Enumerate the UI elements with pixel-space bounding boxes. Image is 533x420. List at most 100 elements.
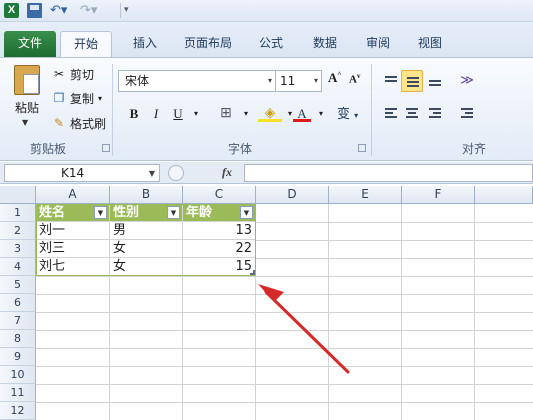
copy-label: 复制 [70, 91, 95, 106]
row-header[interactable]: 8 [0, 330, 36, 348]
column-header[interactable]: A [36, 186, 110, 204]
table-cell[interactable]: 女 [110, 258, 183, 276]
table-cell[interactable]: 22 [183, 240, 256, 258]
bold-button[interactable]: B [124, 103, 144, 125]
tab-data[interactable]: 数据 [310, 31, 340, 57]
paste-button[interactable]: 粘贴 [15, 99, 39, 116]
align-middle-button[interactable] [401, 70, 423, 92]
group-separator [371, 64, 372, 156]
font-name-select[interactable]: 宋体 ▾ [118, 70, 276, 92]
table-cell[interactable]: 刘七 [36, 258, 110, 276]
clipboard-launcher-icon[interactable] [102, 144, 110, 152]
qat-separator [120, 3, 121, 18]
excel-logo-icon[interactable]: X [4, 3, 19, 18]
filter-dropdown-icon[interactable]: ▼ [94, 206, 107, 219]
font-color-dropdown-icon[interactable]: ▾ [311, 103, 331, 125]
tab-home[interactable]: 开始 [60, 31, 112, 57]
phonetic-guide-button[interactable]: 变 ▾ [337, 103, 358, 122]
italic-button[interactable]: I [146, 103, 166, 125]
table-cell[interactable]: 15 [183, 258, 256, 276]
font-size-select[interactable]: 11 ▾ [276, 70, 322, 92]
save-icon[interactable] [27, 3, 42, 18]
font-name-dropdown-icon[interactable]: ▾ [268, 71, 272, 91]
table-resize-handle[interactable] [250, 270, 255, 275]
formula-input[interactable] [244, 164, 533, 182]
table-header-cell[interactable]: 年龄 ▼ [183, 204, 256, 222]
font-launcher-icon[interactable] [358, 144, 366, 152]
table-header-cell[interactable]: 姓名 ▼ [36, 204, 110, 222]
table-cell[interactable]: 男 [110, 222, 183, 240]
filter-dropdown-icon[interactable]: ▼ [167, 206, 180, 219]
row-header[interactable]: 2 [0, 222, 36, 240]
table-cell[interactable]: 刘一 [36, 222, 110, 240]
row-header[interactable]: 9 [0, 348, 36, 366]
tab-formulas[interactable]: 公式 [256, 31, 286, 57]
row-header[interactable]: 7 [0, 312, 36, 330]
select-all-corner[interactable] [0, 186, 36, 204]
shrink-font-button[interactable]: Av [349, 72, 360, 86]
column-header[interactable] [475, 186, 533, 204]
indent-icon[interactable] [456, 103, 478, 125]
column-header[interactable]: B [110, 186, 183, 204]
align-top-button[interactable] [380, 70, 402, 92]
column-header[interactable]: D [256, 186, 329, 204]
name-box[interactable]: K14 ▼ [4, 164, 160, 182]
scissors-icon: ✂ [53, 67, 65, 81]
underline-dropdown-icon[interactable]: ▾ [186, 103, 206, 125]
borders-icon[interactable]: ⊞ [214, 103, 238, 125]
clipboard-group-label: 剪贴板 [30, 142, 67, 156]
column-header[interactable]: C [183, 186, 256, 204]
font-size-dropdown-icon[interactable]: ▾ [314, 71, 318, 91]
table-cell[interactable]: 刘三 [36, 240, 110, 258]
align-right-button[interactable] [424, 103, 446, 125]
table-header-cell[interactable]: 性别 ▼ [110, 204, 183, 222]
customize-qat-icon[interactable]: ▾ [124, 3, 139, 18]
name-box-dropdown-icon[interactable]: ▼ [149, 166, 155, 182]
row-header[interactable]: 11 [0, 384, 36, 402]
alignment-group-label: 对齐 [462, 142, 487, 156]
column-header[interactable]: F [402, 186, 475, 204]
align-bottom-button[interactable] [424, 70, 446, 92]
underline-button[interactable]: U [168, 103, 188, 125]
align-left-button[interactable] [380, 103, 402, 125]
tab-file[interactable]: 文件 [4, 31, 56, 57]
tab-view[interactable]: 视图 [415, 31, 445, 57]
redo-icon[interactable]: ↷▾ [80, 3, 97, 18]
format-painter-button[interactable]: ✎ 格式刷 [52, 114, 106, 132]
table-cell[interactable]: 13 [183, 222, 256, 240]
tab-review[interactable]: 审阅 [363, 31, 393, 57]
row-header[interactable]: 4 [0, 258, 36, 276]
formula-bar-toggle[interactable] [168, 165, 184, 181]
format-painter-label: 格式刷 [70, 116, 107, 131]
cut-button[interactable]: ✂ 剪切 [52, 65, 94, 83]
header-name: 姓名 [39, 205, 66, 220]
borders-dropdown-icon[interactable]: ▾ [236, 103, 256, 125]
orientation-icon[interactable]: ≫ [456, 70, 478, 92]
tab-insert[interactable]: 插入 [127, 31, 163, 57]
align-center-button[interactable] [401, 103, 423, 125]
table-cell[interactable]: 女 [110, 240, 183, 258]
copy-icon: ❐ [53, 91, 65, 105]
copy-dropdown-icon[interactable]: ▾ [98, 94, 102, 103]
row-header[interactable]: 12 [0, 402, 36, 420]
fill-color-icon[interactable]: ◈ [258, 103, 282, 122]
row-header[interactable]: 10 [0, 366, 36, 384]
shrink-font-icon: A [349, 73, 357, 86]
group-separator [112, 64, 113, 156]
row-header[interactable]: 1 [0, 204, 36, 222]
row-header[interactable]: 5 [0, 276, 36, 294]
row-header[interactable]: 3 [0, 240, 36, 258]
paste-dropdown-icon[interactable]: ▼ [22, 118, 28, 127]
filter-dropdown-icon[interactable]: ▼ [240, 206, 253, 219]
header-gender: 性别 [113, 205, 140, 220]
row-header[interactable]: 6 [0, 294, 36, 312]
ribbon-tab-bar: 文件 开始 插入 页面布局 公式 数据 审阅 视图 [0, 22, 533, 57]
copy-button[interactable]: ❐ 复制 ▾ [52, 89, 102, 107]
paste-icon[interactable] [14, 65, 40, 95]
tab-page-layout[interactable]: 页面布局 [178, 31, 238, 57]
undo-icon[interactable]: ↶▾ [50, 3, 67, 18]
font-color-icon[interactable]: A [293, 103, 311, 122]
grow-font-button[interactable]: A^ [328, 70, 341, 86]
column-header[interactable]: E [329, 186, 402, 204]
insert-function-icon[interactable]: fx [222, 165, 232, 180]
